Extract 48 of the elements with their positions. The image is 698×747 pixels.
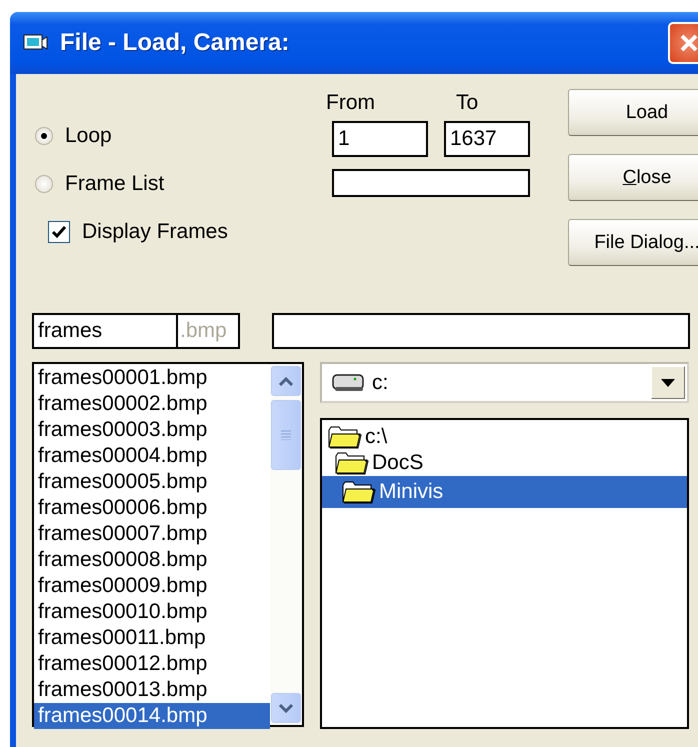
from-label: From <box>326 91 376 115</box>
drive-icon <box>332 372 364 392</box>
scroll-down-button[interactable] <box>271 693 301 723</box>
checkbox-label: Display Frames <box>82 220 228 244</box>
file-item[interactable]: frames00004.bmp <box>34 443 270 469</box>
dialog-button[interactable]: Load <box>568 89 698 136</box>
dialog-button[interactable]: Close <box>568 154 698 201</box>
radio-label: Loop <box>65 124 112 148</box>
dropdown-button[interactable] <box>651 366 685 399</box>
frame-list-field[interactable] <box>332 169 530 197</box>
file-item[interactable]: frames00013.bmp <box>34 677 270 703</box>
checkbox[interactable] <box>48 221 70 243</box>
file-item[interactable]: frames00012.bmp <box>34 651 270 677</box>
caret-up-icon <box>279 376 293 386</box>
scroll-thumb[interactable] <box>271 400 301 470</box>
file-item[interactable]: frames00001.bmp <box>34 365 270 391</box>
dialog-button[interactable]: File Dialog... <box>568 219 698 266</box>
file-item[interactable]: frames00007.bmp <box>34 521 270 547</box>
file-item[interactable]: frames00011.bmp <box>34 625 270 651</box>
window-title: File - Load, Camera: <box>60 29 290 57</box>
file-item[interactable]: frames00002.bmp <box>34 391 270 417</box>
file-item[interactable]: frames00006.bmp <box>34 495 270 521</box>
scroll-up-button[interactable] <box>271 366 301 396</box>
file-item[interactable]: frames00003.bmp <box>34 417 270 443</box>
caret-down-icon <box>661 378 675 386</box>
radio-button[interactable] <box>35 175 53 193</box>
file-item[interactable]: frames00010.bmp <box>34 599 270 625</box>
file-item[interactable]: frames00009.bmp <box>34 573 270 599</box>
file-item[interactable]: frames00008.bmp <box>34 547 270 573</box>
folder-item[interactable]: c:\ <box>322 424 687 450</box>
file-item[interactable]: frames00005.bmp <box>34 469 270 495</box>
drive-dropdown[interactable]: c: <box>320 362 689 403</box>
close-icon[interactable] <box>668 22 698 64</box>
folder-icon <box>335 451 369 475</box>
from-field[interactable]: 1 <box>332 121 428 157</box>
folder-item[interactable]: DocS <box>322 450 687 476</box>
drive-value: c: <box>372 370 390 394</box>
to-field[interactable]: 1637 <box>444 121 530 157</box>
path-field[interactable] <box>272 313 690 349</box>
folder-item[interactable]: Minivis <box>322 476 687 508</box>
folder-icon <box>328 425 362 449</box>
to-label: To <box>456 91 478 115</box>
caret-down-icon <box>279 704 293 712</box>
radio-button[interactable] <box>35 127 53 145</box>
folder-icon <box>342 480 376 504</box>
checkmark-icon <box>52 225 66 239</box>
file-item[interactable]: frames00014.bmp <box>34 703 270 729</box>
radio-label: Frame List <box>65 172 164 196</box>
